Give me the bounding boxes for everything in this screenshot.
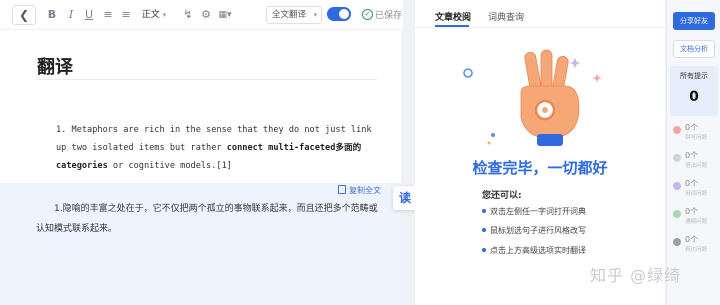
title-divider (37, 79, 377, 80)
bullet-dot (482, 209, 486, 213)
tab-dictionary[interactable]: 词典查询 (488, 10, 524, 23)
category-name: 拼写问题 (685, 135, 708, 141)
tip-text: 鼠标划选句子进行风格改写 (490, 226, 586, 235)
tab-proofread[interactable]: 文章校阅 (435, 10, 471, 23)
category-count: 0个 (685, 151, 699, 160)
save-status: 已保存 (375, 11, 403, 21)
hint-category-spelling[interactable]: 0个 拼写问题 (671, 121, 719, 145)
chevron-left-icon: ❮ (18, 8, 30, 22)
category-name: 通顺问题 (685, 219, 708, 225)
translation-mode-select[interactable]: 全文翻译 ▾ (266, 6, 322, 24)
underline-button[interactable]: U (84, 7, 94, 23)
tip-item: 点击上方高级选项实时翻译 (482, 245, 586, 256)
more-options-icon[interactable]: ▦▾ (215, 7, 235, 23)
source-text-end: or cognitive models.[1] (107, 161, 232, 171)
grammar-status-icon (673, 154, 681, 162)
tip-item: 双击左侧任一字词打开词典 (482, 206, 586, 217)
read-aloud-button[interactable]: 读 (393, 186, 417, 210)
translation-toggle[interactable] (327, 7, 351, 21)
copy-icon (338, 185, 346, 194)
app-root: ❮ B I U ≡ ≡ 正文 ▾ ↯ ⚙ ▦▾ 全文翻译 ▾ ✓ 已保存 翻译 1… (0, 0, 720, 305)
lightning-icon[interactable]: ↯ (183, 7, 193, 23)
hint-category-grammar[interactable]: 0个 语法问题 (671, 149, 719, 173)
chevron-down-icon: ▾ (313, 11, 317, 19)
check-complete-title: 检查完毕，一切都好 (472, 159, 608, 177)
italic-button[interactable]: I (66, 7, 76, 23)
back-button[interactable]: ❮ (12, 5, 36, 25)
all-hints-card[interactable]: 所有提示 0 (670, 66, 718, 116)
category-name: 语法问题 (685, 163, 708, 169)
hint-category-fluency[interactable]: 0个 通顺问题 (671, 205, 719, 229)
category-count: 0个 (685, 123, 699, 132)
source-paragraph[interactable]: 1. Metaphors are rich in the sense that … (56, 121, 376, 175)
document-title[interactable]: 翻译 (37, 53, 73, 79)
editor-panel: ❮ B I U ≡ ≡ 正文 ▾ ↯ ⚙ ▦▾ 全文翻译 ▾ ✓ 已保存 翻译 1… (0, 0, 403, 305)
tip-text: 点击上方高级选项实时翻译 (490, 246, 586, 255)
right-sidebar: 分享好友 文档分析 所有提示 0 0个 拼写问题 0个 语法问题 0个 用词问题… (666, 0, 720, 305)
category-count: 0个 (685, 235, 699, 244)
font-style-select[interactable]: 正文 ▾ (139, 7, 169, 23)
hint-category-expression[interactable]: 0个 表达问题 (671, 233, 719, 257)
tabs-divider (415, 27, 665, 28)
copy-all-button[interactable]: 复制全文 (338, 185, 381, 196)
document-analysis-button[interactable]: 文档分析 (673, 40, 715, 58)
watermark: 知乎 @绿绮 (590, 266, 682, 285)
tip-text: 双击左侧任一字词打开词典 (490, 207, 586, 216)
fluency-status-icon (673, 210, 681, 218)
editor-toolbar: ❮ B I U ≡ ≡ 正文 ▾ ↯ ⚙ ▦▾ 全文翻译 ▾ ✓ 已保存 (0, 0, 403, 30)
category-name: 用词问题 (685, 191, 708, 197)
category-name: 表达问题 (685, 247, 708, 253)
expression-status-icon (673, 238, 681, 246)
settings-icon[interactable]: ⚙ (201, 7, 211, 23)
bullet-dot (482, 248, 486, 252)
category-count: 0个 (685, 207, 699, 216)
check-icon: ✓ (362, 9, 373, 20)
all-hints-label: 所有提示 (680, 72, 708, 80)
tip-item: 鼠标划选句子进行风格改写 (482, 225, 586, 236)
share-button[interactable]: 分享好友 (673, 12, 715, 30)
ordered-list-icon[interactable]: ≡ (103, 7, 113, 23)
wording-status-icon (673, 182, 681, 190)
bullet-list-icon[interactable]: ≡ (121, 7, 131, 23)
font-style-label: 正文 (141, 10, 160, 20)
all-hints-count: 0 (689, 89, 699, 105)
tips-heading: 您还可以: (482, 191, 522, 201)
ok-hand-illustration (463, 49, 602, 146)
review-panel: 文章校阅 词典查询 检查完毕，一切都好 您还可以: 双击左侧任一字词打开词典 鼠… (415, 0, 665, 305)
toggle-knob (339, 9, 349, 19)
spelling-status-icon (673, 126, 681, 134)
bold-button[interactable]: B (47, 7, 57, 23)
copy-all-label: 复制全文 (349, 186, 381, 195)
hint-category-wording[interactable]: 0个 用词问题 (671, 177, 719, 201)
bullet-dot (482, 228, 486, 232)
category-count: 0个 (685, 179, 699, 188)
mode-select-label: 全文翻译 (272, 10, 307, 20)
translation-paragraph[interactable]: 1.隐喻的丰富之处在于，它不仅把两个孤立的事物联系起来，而且还把多个范畴或认知模… (36, 199, 381, 239)
